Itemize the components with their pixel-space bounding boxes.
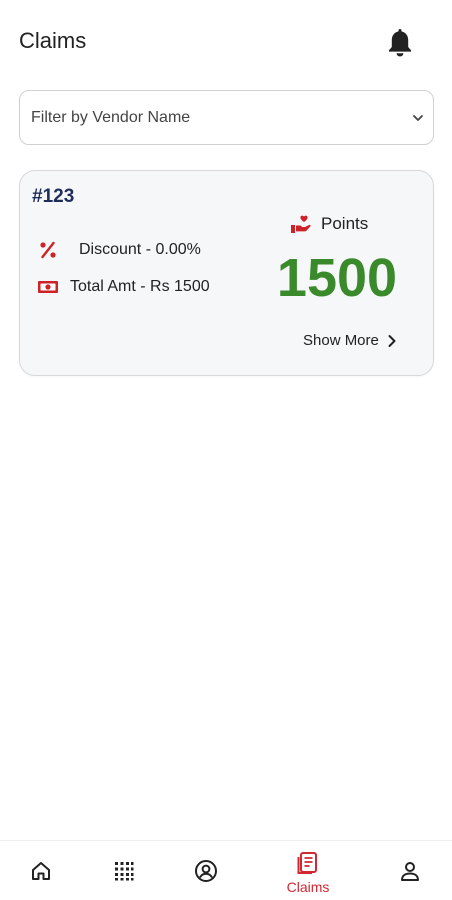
nav-account[interactable] xyxy=(176,841,236,900)
points-value: 1500 xyxy=(276,248,398,308)
points-header: Points xyxy=(290,213,368,235)
grid-icon xyxy=(115,862,134,881)
hand-heart-icon xyxy=(291,215,311,233)
bottom-navigation: Claims xyxy=(0,840,452,900)
percent-icon xyxy=(37,239,59,261)
total-amount-text: Total Amt - Rs 1500 xyxy=(70,278,210,295)
chevron-down-icon xyxy=(413,115,423,121)
home-icon xyxy=(32,862,50,880)
chevron-right-icon xyxy=(388,334,396,347)
total-amount-row: Total Amt - Rs 1500 xyxy=(37,276,210,298)
nav-profile[interactable] xyxy=(380,841,440,900)
user-circle-icon xyxy=(195,860,217,882)
vendor-filter-placeholder: Filter by Vendor Name xyxy=(31,109,191,126)
claim-id: #123 xyxy=(32,186,75,207)
vendor-filter-select[interactable]: Filter by Vendor Name xyxy=(19,90,434,145)
show-more-button[interactable]: Show More xyxy=(303,332,397,349)
show-more-label: Show More xyxy=(303,332,379,349)
discount-text: Discount - 0.00% xyxy=(79,241,201,258)
profile-icon xyxy=(401,862,419,881)
discount-row: Discount - 0.00% xyxy=(37,239,201,261)
claims-icon xyxy=(297,852,317,874)
bell-icon[interactable] xyxy=(385,26,415,58)
nav-claims[interactable]: Claims xyxy=(278,841,338,900)
cash-icon xyxy=(37,276,59,298)
page-title: Claims xyxy=(19,28,87,53)
claim-card[interactable]: #123 Discount - 0.00% Total Amt - Rs 150… xyxy=(19,170,434,376)
nav-grid[interactable] xyxy=(94,841,154,900)
points-label: Points xyxy=(321,214,369,233)
nav-claims-label: Claims xyxy=(286,879,330,895)
nav-home[interactable] xyxy=(11,841,71,900)
app-header: Claims xyxy=(0,0,452,80)
